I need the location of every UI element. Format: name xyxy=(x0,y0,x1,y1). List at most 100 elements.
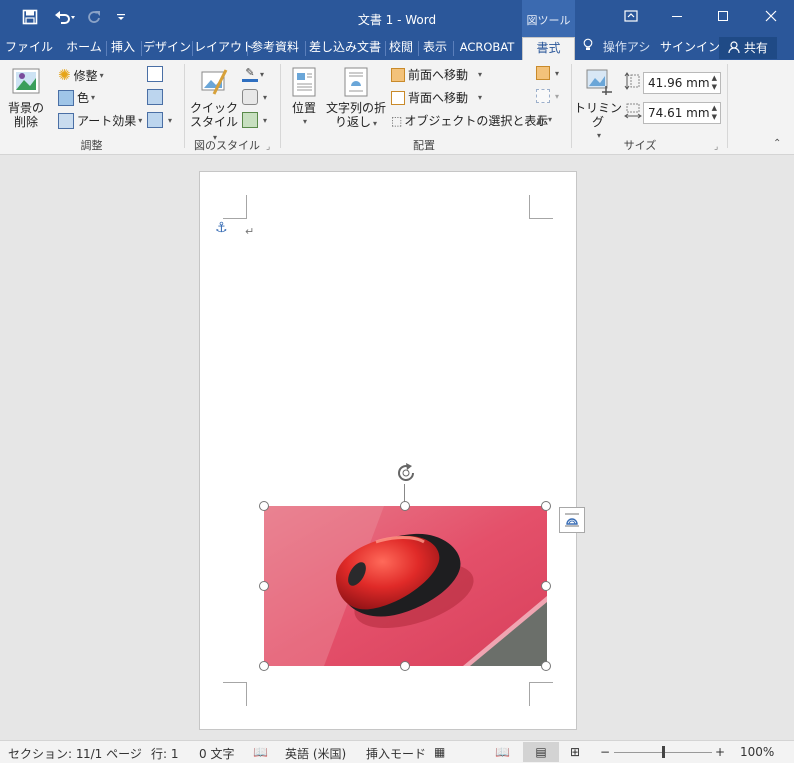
tab-design[interactable]: デザイン xyxy=(143,37,191,60)
compress-pictures-icon[interactable] xyxy=(147,66,166,82)
zoom-in-icon[interactable]: + xyxy=(715,745,725,759)
picture-effects-button[interactable]: ▾ xyxy=(242,89,267,105)
width-input[interactable]: 74.61 mm ▲ ▼ xyxy=(643,102,721,124)
height-input[interactable]: 41.96 mm ▲ ▼ xyxy=(643,72,721,94)
spinner-arrows-icon[interactable]: ▲ ▼ xyxy=(712,104,717,122)
chevron-down-icon: ▾ xyxy=(302,117,307,126)
zoom-out-icon[interactable]: − xyxy=(600,745,610,759)
picture-layout-button[interactable]: ▾ xyxy=(242,112,267,128)
crop-button[interactable]: トリミング ▾ xyxy=(574,66,622,143)
status-line[interactable]: 行: 1 xyxy=(151,745,179,762)
sun-icon: ✺ xyxy=(58,66,71,84)
tab-divider xyxy=(418,41,419,56)
chevron-down-icon: ▾ xyxy=(91,93,96,102)
wrap-text-button[interactable]: 文字列の折 り返し ▾ xyxy=(325,66,387,131)
corrections-button[interactable]: ✺ 修整 ▾ xyxy=(58,66,104,84)
status-word-count[interactable]: 0 文字 xyxy=(199,745,234,762)
crop-mark xyxy=(529,682,553,706)
send-backward-icon xyxy=(391,90,405,105)
status-language[interactable]: 英語 (米国) xyxy=(285,745,346,762)
rotate-button[interactable]: ◭ ▾ xyxy=(536,112,552,127)
tab-divider xyxy=(305,41,306,56)
chevron-down-icon: ▾ xyxy=(99,70,104,80)
tab-view[interactable]: 表示 xyxy=(420,37,450,60)
picture-styles-group-label: 図のスタイル xyxy=(194,139,260,152)
resize-handle-ne[interactable] xyxy=(541,501,551,511)
tab-divider xyxy=(453,41,454,56)
resize-handle-nw[interactable] xyxy=(259,501,269,511)
collapse-ribbon-icon[interactable]: ⌃ xyxy=(773,138,781,149)
artistic-effects-button[interactable]: アート効果 ▾ xyxy=(58,112,142,129)
resize-handle-s[interactable] xyxy=(400,661,410,671)
remove-background-button[interactable]: 背景の 削除 xyxy=(4,66,48,129)
position-icon xyxy=(292,67,316,97)
spinner-arrows-icon[interactable]: ▲ ▼ xyxy=(712,74,717,92)
tab-insert[interactable]: 挿入 xyxy=(108,37,138,60)
resize-handle-sw[interactable] xyxy=(259,661,269,671)
tab-references[interactable]: 参考資料 xyxy=(249,37,301,60)
quick-styles-icon xyxy=(201,69,228,95)
read-mode-icon[interactable]: 📖 xyxy=(495,745,510,759)
resize-handle-e[interactable] xyxy=(541,581,551,591)
color-icon xyxy=(58,89,74,106)
proofing-icon[interactable]: 📖 xyxy=(253,745,268,759)
dialog-launcher-icon[interactable]: ⌟ xyxy=(714,142,718,152)
reset-picture-icon[interactable]: ▾ xyxy=(147,112,172,128)
word-window: 文書 1 - Word 図ツール ファイル ホーム 挿入 デザイン レイアウト … xyxy=(0,0,794,763)
share-button[interactable]: 共有 xyxy=(719,37,777,59)
dialog-launcher-icon[interactable]: ⌟ xyxy=(266,142,270,152)
status-page[interactable]: 1/1 ページ xyxy=(83,745,142,762)
artistic-effects-label: アート効果 xyxy=(77,114,137,128)
bring-forward-button[interactable]: 前面へ移動 ▾ xyxy=(391,66,482,83)
close-icon[interactable] xyxy=(748,0,794,32)
tab-divider xyxy=(192,41,193,56)
artistic-effects-icon xyxy=(58,112,74,129)
align-button[interactable]: ▾ xyxy=(536,66,559,80)
tab-format[interactable]: 書式 xyxy=(522,37,575,60)
resize-handle-w[interactable] xyxy=(259,581,269,591)
selection-pane-button[interactable]: ⬚ オブジェクトの選択と表示 xyxy=(391,112,548,129)
size-group-label: サイズ xyxy=(623,139,657,152)
person-icon xyxy=(728,41,744,55)
tab-acrobat[interactable]: ACROBAT xyxy=(455,37,519,60)
position-button[interactable]: 位置 ▾ xyxy=(286,66,322,129)
quick-styles-button[interactable]: クイック スタイル▾ xyxy=(188,66,240,145)
color-button[interactable]: 色 ▾ xyxy=(58,89,95,106)
tab-mailings[interactable]: 差し込み文書 xyxy=(307,37,383,60)
picture-border-button[interactable]: ✎ ▾ xyxy=(242,66,264,82)
web-layout-icon[interactable]: ⊞ xyxy=(570,745,580,759)
ribbon-display-options-icon[interactable] xyxy=(608,0,654,32)
height-value: 41.96 mm xyxy=(648,76,710,90)
resize-handle-n[interactable] xyxy=(400,501,410,511)
picture-tools-context-label: 図ツール xyxy=(522,0,575,37)
layout-options-button[interactable] xyxy=(559,507,585,533)
zoom-slider-thumb[interactable] xyxy=(662,746,665,758)
minimize-icon[interactable] xyxy=(654,0,700,32)
anchor-icon[interactable]: ⚓ xyxy=(215,220,228,236)
group-divider xyxy=(571,64,572,148)
tab-review[interactable]: 校閲 xyxy=(387,37,415,60)
resize-handle-se[interactable] xyxy=(541,661,551,671)
macro-record-icon[interactable]: ▦ xyxy=(434,745,445,759)
remove-background-label-1: 背景の xyxy=(7,101,44,115)
print-layout-icon[interactable]: ▤ xyxy=(523,742,559,762)
zoom-level[interactable]: 100% xyxy=(740,745,774,759)
tell-me-text: 操作アシ xyxy=(602,40,651,54)
selection-pane-icon: ⬚ xyxy=(391,113,403,128)
tell-me-box[interactable]: 操作アシ xyxy=(583,37,655,60)
status-insert-mode[interactable]: 挿入モード xyxy=(366,745,426,762)
sign-in-link[interactable]: サインイン xyxy=(660,37,720,60)
selected-picture[interactable] xyxy=(264,506,547,666)
change-picture-icon[interactable] xyxy=(147,89,166,105)
tab-home[interactable]: ホーム xyxy=(63,37,105,60)
maximize-icon[interactable] xyxy=(700,0,746,32)
send-backward-button[interactable]: 背面へ移動 ▾ xyxy=(391,89,482,106)
layout-options-icon xyxy=(565,513,579,527)
tab-divider xyxy=(247,41,248,56)
group-divider xyxy=(184,64,185,148)
rotate-handle-icon[interactable] xyxy=(394,461,418,485)
group-objects-button[interactable]: ▾ xyxy=(536,89,559,103)
tab-file[interactable]: ファイル xyxy=(5,37,53,60)
status-section[interactable]: セクション: 1 xyxy=(8,745,84,762)
tab-layout[interactable]: レイアウト xyxy=(194,37,254,60)
